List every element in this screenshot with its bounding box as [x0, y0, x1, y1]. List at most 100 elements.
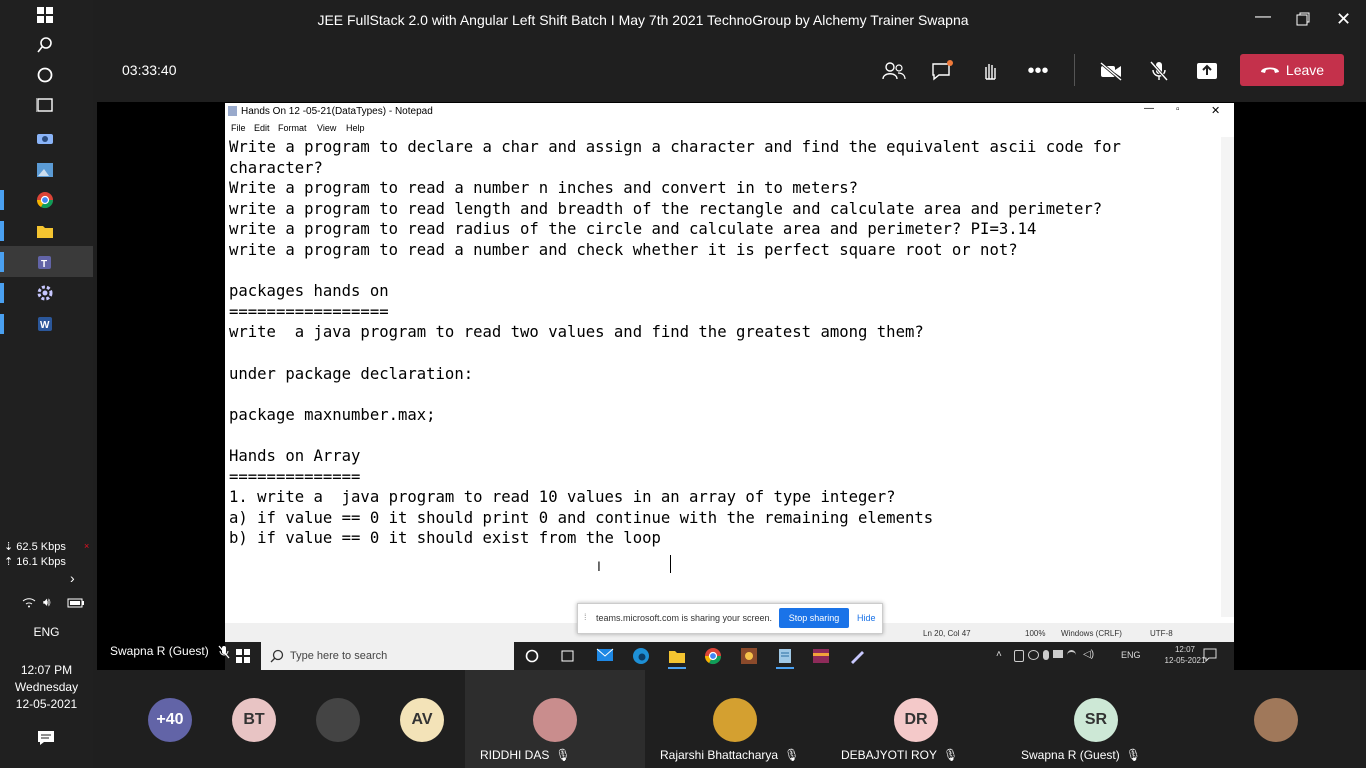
participant-tile[interactable]	[1186, 670, 1366, 768]
menu-edit[interactable]: Edit	[254, 123, 270, 133]
notepad-line	[229, 425, 1219, 446]
participants-strip: +40 BT AV RIDDHI DAS 🎙︎ Rajarshi Bhattacharya…	[93, 670, 1366, 768]
participants-icon[interactable]	[880, 57, 908, 85]
participant-tile[interactable]: AV	[400, 670, 444, 768]
notepad-window: Hands On 12 -05-21(DataTypes) - Notepad …	[225, 103, 1234, 643]
camera-app-icon[interactable]	[35, 128, 55, 148]
remote-notification-icon[interactable]	[1203, 648, 1217, 667]
language-indicator[interactable]: ENG	[0, 625, 93, 639]
participant-name-text: Rajarshi Bhattacharya	[660, 748, 779, 762]
participant-tile[interactable]: SR Swapna R (Guest) 🎙︎	[1006, 670, 1186, 768]
notepad-text-area[interactable]: Write a program to declare a char and as…	[229, 137, 1219, 611]
camera-off-icon[interactable]	[1097, 57, 1125, 85]
menu-view[interactable]: View	[317, 123, 336, 133]
active-indicator	[0, 314, 4, 334]
participant-avatar: +40	[148, 698, 192, 742]
battery-icon[interactable]	[67, 596, 85, 614]
more-actions-icon[interactable]: •••	[1024, 57, 1052, 85]
menu-format[interactable]: Format	[278, 123, 307, 133]
settings-gear-icon[interactable]	[35, 283, 55, 303]
share-screen-icon[interactable]	[1193, 57, 1221, 85]
notepad-line	[229, 261, 1219, 282]
menu-help[interactable]: Help	[346, 123, 365, 133]
remote-app-icon[interactable]	[740, 647, 758, 670]
participant-photo-avatar	[1254, 698, 1298, 742]
participant-name-text: Swapna R (Guest)	[1021, 748, 1120, 762]
notepad-line: write a program to read radius of the ci…	[229, 220, 1037, 239]
notepad-line: 1. write a java program to read 10 value…	[229, 488, 896, 507]
remote-search-icon	[270, 649, 284, 663]
cortana-icon[interactable]	[35, 65, 55, 85]
participant-tile[interactable]	[316, 670, 360, 768]
remote-mail-icon[interactable]	[596, 648, 614, 667]
chevron-right-icon[interactable]: ›	[70, 570, 75, 586]
notepad-line: packages hands on	[229, 282, 389, 301]
notification-icon[interactable]	[37, 730, 55, 751]
vertical-scrollbar[interactable]	[1221, 137, 1234, 617]
remote-file-explorer-icon[interactable]	[668, 648, 686, 669]
file-explorer-icon[interactable]	[35, 221, 55, 241]
hide-banner-button[interactable]: Hide	[857, 613, 876, 623]
volume-icon[interactable]: 🔊︎	[43, 595, 51, 610]
status-position: Ln 20, Col 47	[923, 629, 971, 638]
menu-file[interactable]: File	[231, 123, 246, 133]
leave-button[interactable]: Leave	[1240, 54, 1344, 86]
mic-tray-icon[interactable]	[1043, 650, 1049, 660]
notepad-icon	[228, 106, 237, 116]
notepad-close-button[interactable]: ✕	[1211, 104, 1220, 117]
notepad-maximize-button[interactable]: ▫	[1176, 104, 1180, 115]
notepad-line: write a program to read length and bread…	[229, 199, 1103, 218]
clock-time: 12:07 PM	[20, 663, 73, 677]
window-title-bar: JEE FullStack 2.0 with Angular Left Shif…	[93, 0, 1366, 40]
remote-cortana-icon[interactable]	[525, 649, 539, 668]
microphone-off-icon[interactable]	[1145, 57, 1173, 85]
participant-tile[interactable]: +40	[148, 670, 192, 768]
remote-windows-start-icon[interactable]	[236, 649, 250, 668]
drag-handle-icon[interactable]: ⁞	[584, 612, 587, 622]
remote-chrome-icon[interactable]	[704, 647, 722, 670]
participant-avatar: BT	[232, 698, 276, 742]
notepad-line	[229, 384, 1219, 405]
wifi-tray-icon[interactable]	[1067, 650, 1076, 660]
chat-icon[interactable]	[928, 57, 956, 85]
remote-edge-icon[interactable]	[632, 647, 650, 670]
remote-tool-icon[interactable]	[848, 647, 866, 670]
remote-volume-icon[interactable]: ◁)	[1083, 649, 1094, 660]
participant-tile[interactable]: DR DEBAJYOTI ROY 🎙︎	[826, 670, 1006, 768]
remote-tray-chevron-icon[interactable]: ˄	[996, 649, 1002, 660]
photos-app-icon[interactable]	[35, 160, 55, 180]
cloud-icon[interactable]	[1028, 650, 1039, 660]
close-netspeed-icon[interactable]: ×	[84, 542, 92, 551]
teams-icon[interactable]: T	[35, 252, 55, 272]
clock[interactable]: 12:07 PM Wednesday 12-05-2021	[0, 662, 93, 713]
restore-button[interactable]	[1296, 12, 1310, 31]
word-icon[interactable]: W	[35, 314, 55, 334]
task-view-icon[interactable]	[35, 95, 55, 115]
windows-start-icon[interactable]	[35, 5, 55, 25]
notepad-title-bar: Hands On 12 -05-21(DataTypes) - Notepad …	[225, 103, 1234, 120]
remote-task-view-icon[interactable]	[560, 649, 574, 668]
remote-search-box[interactable]: Type here to search	[261, 642, 514, 670]
remote-language[interactable]: ENG	[1121, 650, 1141, 660]
search-icon[interactable]	[35, 35, 55, 55]
notepad-line: Hands on Array	[229, 446, 361, 465]
chrome-icon[interactable]	[35, 190, 55, 210]
windows-taskbar-vertical: T W ⇣ 62.5 Kbps ⇡ 16.1 Kbps × › 🔊︎ ENG 1…	[0, 0, 93, 768]
stop-sharing-button[interactable]: Stop sharing	[779, 608, 849, 628]
close-button[interactable]: ✕	[1336, 9, 1351, 30]
notepad-minimize-button[interactable]: —	[1144, 103, 1154, 114]
participant-tile[interactable]: BT	[232, 670, 276, 768]
tray-icon[interactable]	[1014, 650, 1024, 662]
minimize-button[interactable]: —	[1255, 8, 1271, 26]
remote-archive-icon[interactable]	[812, 647, 830, 670]
participant-tile[interactable]: RIDDHI DAS 🎙︎	[465, 670, 645, 768]
wifi-icon[interactable]	[22, 596, 36, 611]
svg-text:T: T	[41, 259, 47, 270]
window-title: JEE FullStack 2.0 with Angular Left Shif…	[317, 12, 969, 28]
remote-search-placeholder: Type here to search	[290, 650, 388, 662]
network-tray-icon[interactable]	[1053, 650, 1063, 658]
raise-hand-icon[interactable]	[976, 57, 1004, 85]
participant-tile[interactable]: Rajarshi Bhattacharya 🎙︎	[645, 670, 825, 768]
notepad-line: write a java program to read two values …	[229, 323, 924, 342]
active-indicator	[0, 190, 4, 210]
